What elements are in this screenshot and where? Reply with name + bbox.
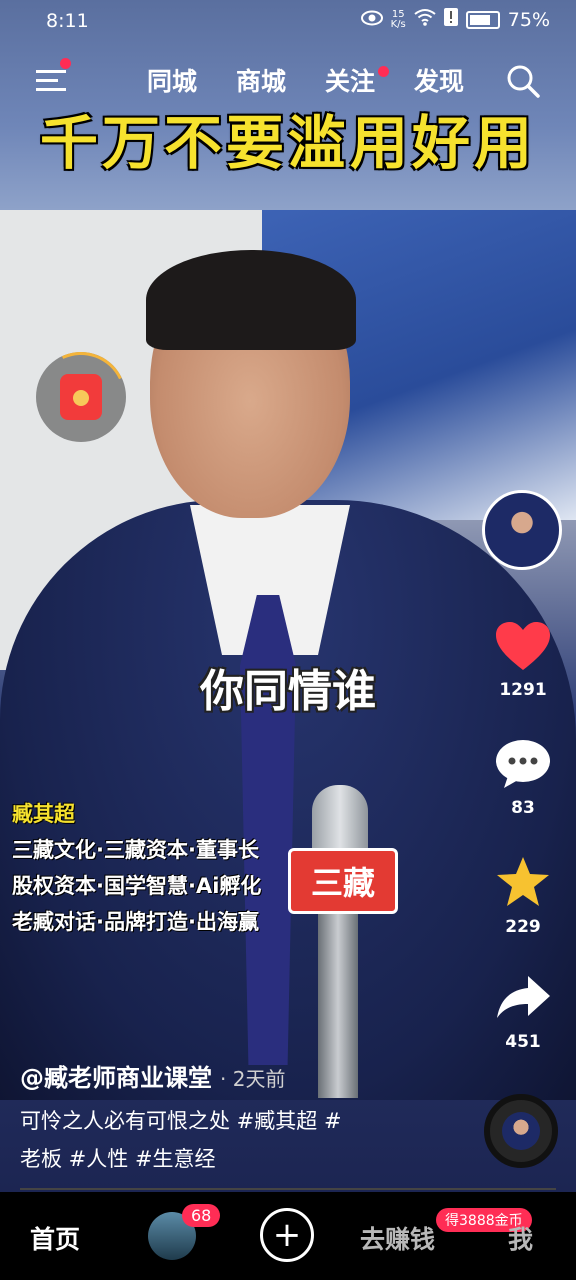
like-count: 1291 xyxy=(499,680,547,700)
add-post-button[interactable]: + xyxy=(260,1208,314,1262)
tab-nearby[interactable]: 同城 xyxy=(147,62,197,98)
battery-level: 75% xyxy=(507,8,550,31)
info-line: 股权资本·国学智慧·Ai孵化 xyxy=(12,874,262,898)
menu-icon[interactable] xyxy=(36,68,66,96)
comment-count: 83 xyxy=(511,798,535,818)
envelope-seal xyxy=(73,390,89,406)
battery-icon xyxy=(465,10,500,29)
status-time: 8:11 xyxy=(46,10,89,32)
author-avatar[interactable] xyxy=(482,490,562,570)
tab-discover[interactable]: 发现 xyxy=(414,62,464,98)
heart-icon xyxy=(494,622,552,676)
favorite-count: 229 xyxy=(505,917,541,937)
nav-home[interactable]: 首页 xyxy=(30,1220,80,1256)
following-notification-dot xyxy=(378,66,389,77)
description-line: 老板 #人性 #生意经 xyxy=(20,1147,216,1171)
share-icon xyxy=(494,976,552,1028)
red-packet-timer[interactable] xyxy=(23,339,139,455)
wifi-icon xyxy=(414,8,436,31)
microphone-stand xyxy=(318,908,358,1098)
music-disc[interactable] xyxy=(484,1094,558,1168)
music-cover xyxy=(502,1112,540,1150)
info-line: 老臧对话·品牌打造·出海赢 xyxy=(12,910,259,934)
nav-earn[interactable]: 去赚钱 xyxy=(360,1220,435,1256)
comment-icon xyxy=(494,740,552,794)
menu-notification-dot xyxy=(60,58,71,69)
friends-badge: 68 xyxy=(182,1204,221,1227)
post-description[interactable]: 可怜之人必有可恨之处 #臧其超 # 老板 #人性 #生意经 xyxy=(20,1102,390,1178)
tab-mall[interactable]: 商城 xyxy=(236,62,286,98)
net-speed: 15 K/s xyxy=(390,8,406,30)
plus-icon: + xyxy=(272,1215,302,1255)
post-author-row: @臧老师商业课堂 · 2天前 xyxy=(20,1058,285,1093)
eye-icon xyxy=(360,9,383,31)
tab-following[interactable]: 关注 xyxy=(325,62,375,98)
alert-icon xyxy=(443,8,458,31)
info-line: 三藏文化·三藏资本·董事长 xyxy=(12,838,259,862)
mic-flag-label: 三藏 xyxy=(288,848,398,914)
favorite-button[interactable]: 229 xyxy=(488,855,558,937)
like-button[interactable]: 1291 xyxy=(488,620,558,700)
comment-button[interactable]: 83 xyxy=(488,738,558,818)
author-name[interactable]: @臧老师商业课堂 xyxy=(20,1064,212,1092)
share-button[interactable]: 451 xyxy=(488,972,558,1052)
nav-me[interactable]: 我 xyxy=(508,1220,533,1256)
video-title-caption: 千万不要滥用好用 xyxy=(39,109,536,177)
info-name: 臧其超 xyxy=(12,802,75,826)
status-bar: 8:11 15 K/s 75% xyxy=(0,0,576,44)
video-progress-bar[interactable] xyxy=(20,1188,556,1190)
share-count: 451 xyxy=(505,1032,541,1052)
bottom-nav: 首页 68 + 去赚钱 得3888金币 我 xyxy=(0,1192,576,1280)
speaker-hair xyxy=(146,250,356,350)
video-info-tags: 臧其超 三藏文化·三藏资本·董事长 股权资本·国学智慧·Ai孵化 老臧对话·品牌… xyxy=(12,796,261,940)
post-time: · 2天前 xyxy=(220,1067,286,1091)
star-icon xyxy=(494,857,552,913)
description-line: 可怜之人必有可恨之处 #臧其超 # xyxy=(20,1109,342,1133)
